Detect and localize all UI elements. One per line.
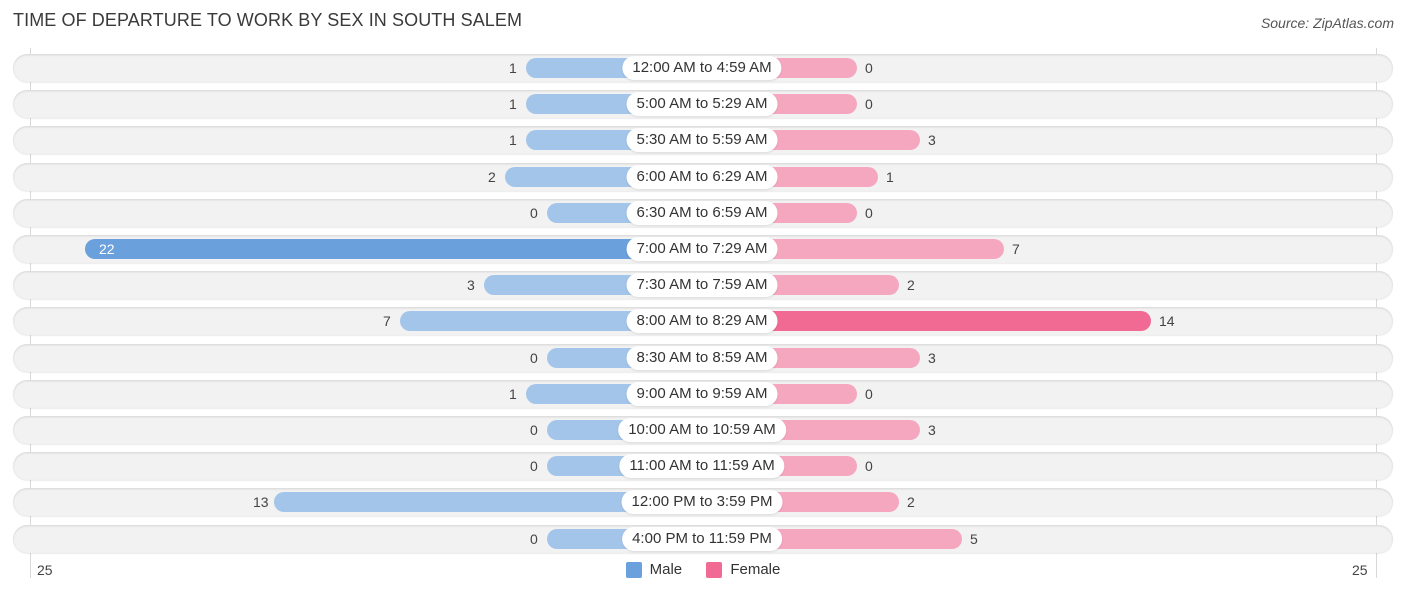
value-label-male: 0 [530, 349, 538, 366]
value-label-male: 3 [467, 277, 475, 294]
category-label: 9:00 AM to 9:59 AM [626, 381, 778, 406]
legend-item-female[interactable]: Female [706, 561, 780, 578]
value-label-female: 7 [1012, 241, 1020, 257]
value-label-female: 0 [865, 385, 873, 402]
legend-swatch-male [625, 561, 642, 578]
legend-swatch-female [706, 561, 723, 578]
category-label: 8:30 AM to 8:59 AM [626, 345, 778, 370]
category-label: 8:00 AM to 8:29 AM [626, 309, 778, 334]
legend-item-male[interactable]: Male [625, 561, 683, 578]
category-label: 12:00 PM to 3:59 PM [621, 490, 783, 515]
value-label-male: 1 [509, 60, 517, 76]
value-label-male: 7 [383, 313, 391, 330]
category-label: 6:30 AM to 6:59 AM [626, 200, 778, 225]
value-label-female: 0 [865, 458, 873, 475]
value-label-male: 0 [530, 204, 538, 221]
value-label-female: 2 [907, 277, 915, 294]
category-label: 7:00 AM to 7:29 AM [626, 237, 778, 261]
category-label: 10:00 AM to 10:59 AM [618, 418, 786, 442]
chart-title: TIME OF DEPARTURE TO WORK BY SEX IN SOUT… [13, 10, 523, 30]
value-label-male: 0 [530, 530, 538, 547]
value-label-male: 2 [488, 168, 496, 185]
category-label: 4:00 PM to 11:59 PM [622, 526, 782, 551]
value-label-male: 1 [509, 132, 517, 149]
category-label: 11:00 AM to 11:59 AM [619, 454, 785, 479]
value-label-female: 3 [928, 349, 936, 366]
value-label-male: 13 [253, 494, 269, 511]
value-label-female: 3 [928, 422, 936, 438]
value-label-female: 14 [1159, 313, 1175, 330]
category-label: 7:30 AM to 7:59 AM [626, 273, 778, 298]
legend-label-female: Female [730, 561, 781, 578]
category-label: 12:00 AM to 4:59 AM [622, 56, 782, 80]
value-label-female: 1 [886, 168, 894, 185]
value-label-female: 5 [970, 530, 978, 547]
legend: Male Female [0, 561, 1406, 582]
value-label-male: 1 [509, 385, 517, 402]
legend-label-male: Male [649, 561, 683, 578]
source-label: Source: ZipAtlas.com [1260, 15, 1394, 31]
value-label-female: 0 [865, 204, 873, 221]
category-label: 5:30 AM to 5:59 AM [626, 128, 778, 153]
value-label-female: 2 [907, 494, 915, 511]
value-label-female: 3 [928, 132, 936, 149]
value-label-male: 22 [99, 241, 115, 257]
bar-male[interactable] [85, 239, 702, 259]
category-label: 5:00 AM to 5:29 AM [626, 92, 778, 117]
value-label-female: 0 [865, 60, 873, 76]
value-label-male: 0 [530, 422, 538, 438]
value-label-male: 0 [530, 458, 538, 475]
value-label-male: 1 [509, 96, 517, 113]
category-label: 6:00 AM to 6:29 AM [626, 164, 778, 189]
value-label-female: 0 [865, 96, 873, 113]
